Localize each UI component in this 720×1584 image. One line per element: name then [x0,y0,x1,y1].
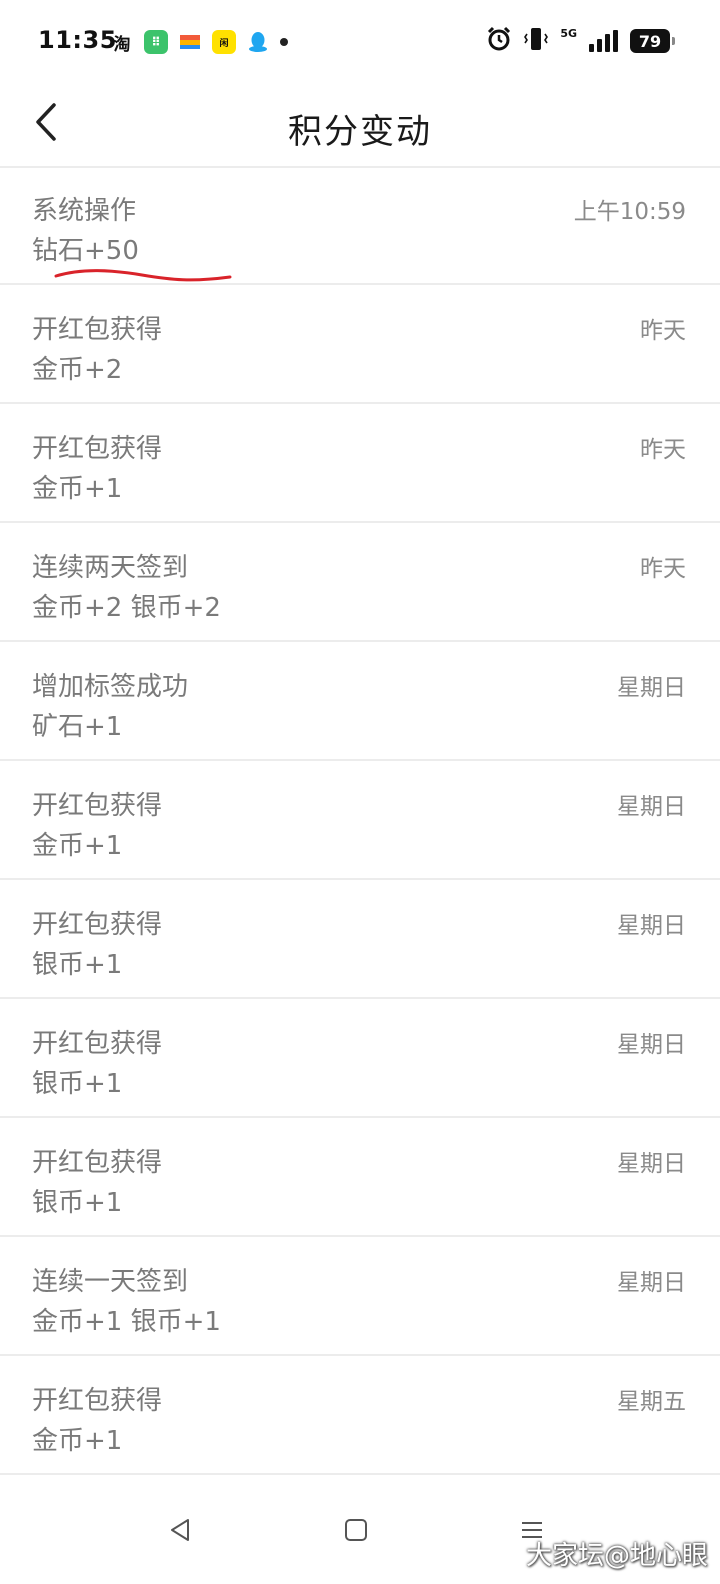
record-time: 昨天 [640,437,686,463]
alarm-icon [486,26,512,56]
record-title: 开红包获得 [32,1386,163,1416]
signal-icon [589,30,618,52]
watermark: 大家坛@地心眼 [525,1541,708,1571]
triangle-back-icon [171,1519,189,1541]
xianyu-icon: 闲 [212,30,236,54]
status-bar: 11:35 淘 ⠿ 闲 5G 79 [0,0,720,84]
list-item[interactable]: 系统操作 钻石+50 上午10:59 [0,166,720,285]
record-detail: 金币+1 银币+1 [32,1307,221,1337]
record-title: 系统操作 [32,196,137,226]
list-item[interactable]: 开红包获得 金币+1 星期日 [0,761,720,880]
record-detail: 银币+1 [32,950,123,980]
record-detail: 银币+1 [32,1188,123,1218]
more-notifications-dot [280,38,288,46]
record-time: 星期日 [617,1032,686,1058]
list-item[interactable]: 开红包获得 银币+1 星期日 [0,1118,720,1237]
record-time: 星期日 [617,1270,686,1296]
record-title: 开红包获得 [32,910,163,940]
record-time: 星期日 [617,794,686,820]
record-title: 连续一天签到 [32,1267,189,1297]
network-type: 5G [560,26,577,40]
record-detail: 金币+2 [32,355,123,385]
page-title: 积分变动 [288,112,432,152]
list-item[interactable]: 开红包获得 银币+1 星期日 [0,999,720,1118]
record-detail: 矿石+1 [32,712,123,742]
square-home-icon [345,1519,367,1541]
record-time: 星期日 [617,913,686,939]
red-underline-annotation [54,269,232,282]
record-detail: 钻石+50 [32,236,139,266]
points-record-list: 系统操作 钻石+50 上午10:59 开红包获得 金币+2 昨天 开红包获得 金… [0,166,720,1475]
list-item[interactable]: 增加标签成功 矿石+1 星期日 [0,642,720,761]
record-detail: 金币+1 [32,1426,123,1456]
record-title: 开红包获得 [32,791,163,821]
record-time: 星期日 [617,675,686,701]
wallet-icon [178,30,202,54]
green-app-icon: ⠿ [144,30,168,54]
record-title: 开红包获得 [32,434,163,464]
list-item[interactable]: 开红包获得 银币+1 星期日 [0,880,720,999]
record-detail: 金币+1 [32,474,123,504]
nav-home-button[interactable] [334,1508,378,1552]
list-item[interactable]: 开红包获得 金币+1 昨天 [0,404,720,523]
vibrate-icon [524,26,549,56]
record-time: 昨天 [640,556,686,582]
record-time: 星期五 [617,1389,686,1415]
record-title: 连续两天签到 [32,553,189,583]
record-title: 开红包获得 [32,1029,163,1059]
qq-icon [246,30,270,54]
list-item[interactable]: 开红包获得 金币+2 昨天 [0,285,720,404]
taobao-icon: 淘 [113,34,131,55]
list-item[interactable]: 连续一天签到 金币+1 银币+1 星期日 [0,1237,720,1356]
notification-icons: 淘 ⠿ 闲 [110,28,288,56]
status-time: 11:35 [38,26,117,54]
record-detail: 银币+1 [32,1069,123,1099]
record-time: 昨天 [640,318,686,344]
nav-back-button[interactable] [158,1508,202,1552]
record-time: 星期日 [617,1151,686,1177]
list-item[interactable]: 连续两天签到 金币+2 银币+2 昨天 [0,523,720,642]
record-title: 增加标签成功 [32,672,189,702]
header: 积分变动 [0,84,720,168]
list-item[interactable]: 开红包获得 金币+1 星期五 [0,1356,720,1475]
record-title: 开红包获得 [32,1148,163,1178]
status-right: 5G 79 [486,26,675,56]
record-detail: 金币+2 银币+2 [32,593,221,623]
system-navigation-bar: 大家坛@地心眼 [0,1478,720,1584]
record-title: 开红包获得 [32,315,163,345]
battery-icon: 79 [630,29,675,53]
record-detail: 金币+1 [32,831,123,861]
record-time: 上午10:59 [573,199,686,225]
